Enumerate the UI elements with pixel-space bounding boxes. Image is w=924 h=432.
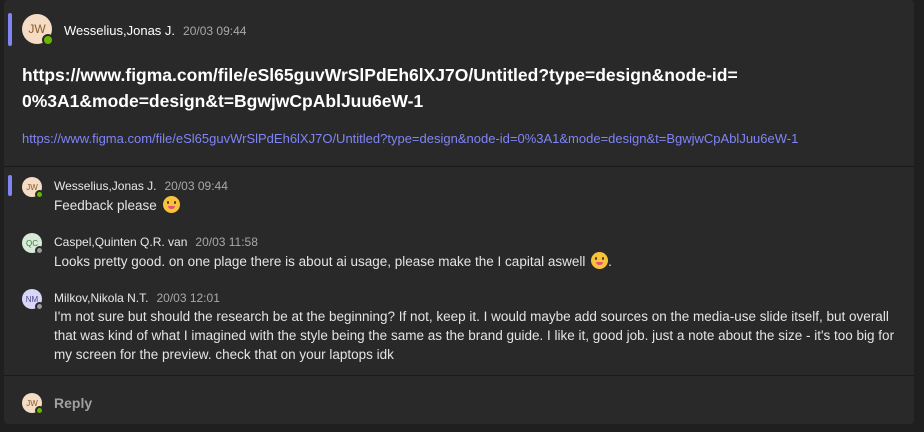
author-name[interactable]: Milkov,Nikola N.T. [54,291,148,305]
timestamp: 20/03 12:01 [156,291,220,305]
message-text: Looks pretty good. on one plage there is… [54,254,586,269]
unread-accent-bar [8,175,12,196]
presence-away-icon [35,302,44,311]
reply-header: Wesselius,Jonas J. 20/03 09:44 [54,179,228,193]
unread-accent-bar [8,13,12,46]
reply-message: Looks pretty good. on one plage there is… [54,252,612,269]
reply-button[interactable]: Reply [54,395,92,411]
author-name[interactable]: Caspel,Quinten Q.R. van [54,235,187,249]
author-name[interactable]: Wesselius,Jonas J. [64,23,175,38]
post-link[interactable]: https://www.figma.com/file/eSl65guvWrSlP… [22,131,798,146]
presence-available-icon [42,34,54,46]
presence-available-icon [35,190,44,199]
reply-header: Milkov,Nikola N.T. 20/03 12:01 [54,291,220,305]
presence-available-icon [35,406,44,415]
post-title: https://www.figma.com/file/eSl65guvWrSlP… [22,65,738,111]
replies-thread: JW Wesselius,Jonas J. 20/03 09:44 Feedbac… [4,167,914,375]
message-text: Feedback please [54,198,157,213]
conversation-card: JW Wesselius,Jonas J. 20/03 09:44 https:/… [4,0,914,424]
author-name[interactable]: Wesselius,Jonas J. [54,179,157,193]
smiling-face-emoji [591,252,609,269]
presence-away-icon [35,246,44,255]
timestamp: 20/03 11:58 [195,235,258,249]
post: JW Wesselius,Jonas J. 20/03 09:44 https:/… [4,0,914,166]
reply-header: Caspel,Quinten Q.R. van 20/03 11:58 [54,235,258,249]
post-header: Wesselius,Jonas J. 20/03 09:44 [64,23,246,38]
reply-bar[interactable] [4,376,914,424]
timestamp: 20/03 09:44 [164,179,228,193]
reply-message: Feedback please [54,196,180,215]
avatar-initials: JW [28,22,46,36]
reply-message: I'm not sure but should the research be … [54,309,895,362]
timestamp: 20/03 09:44 [183,24,247,38]
smiling-face-emoji [162,196,180,213]
